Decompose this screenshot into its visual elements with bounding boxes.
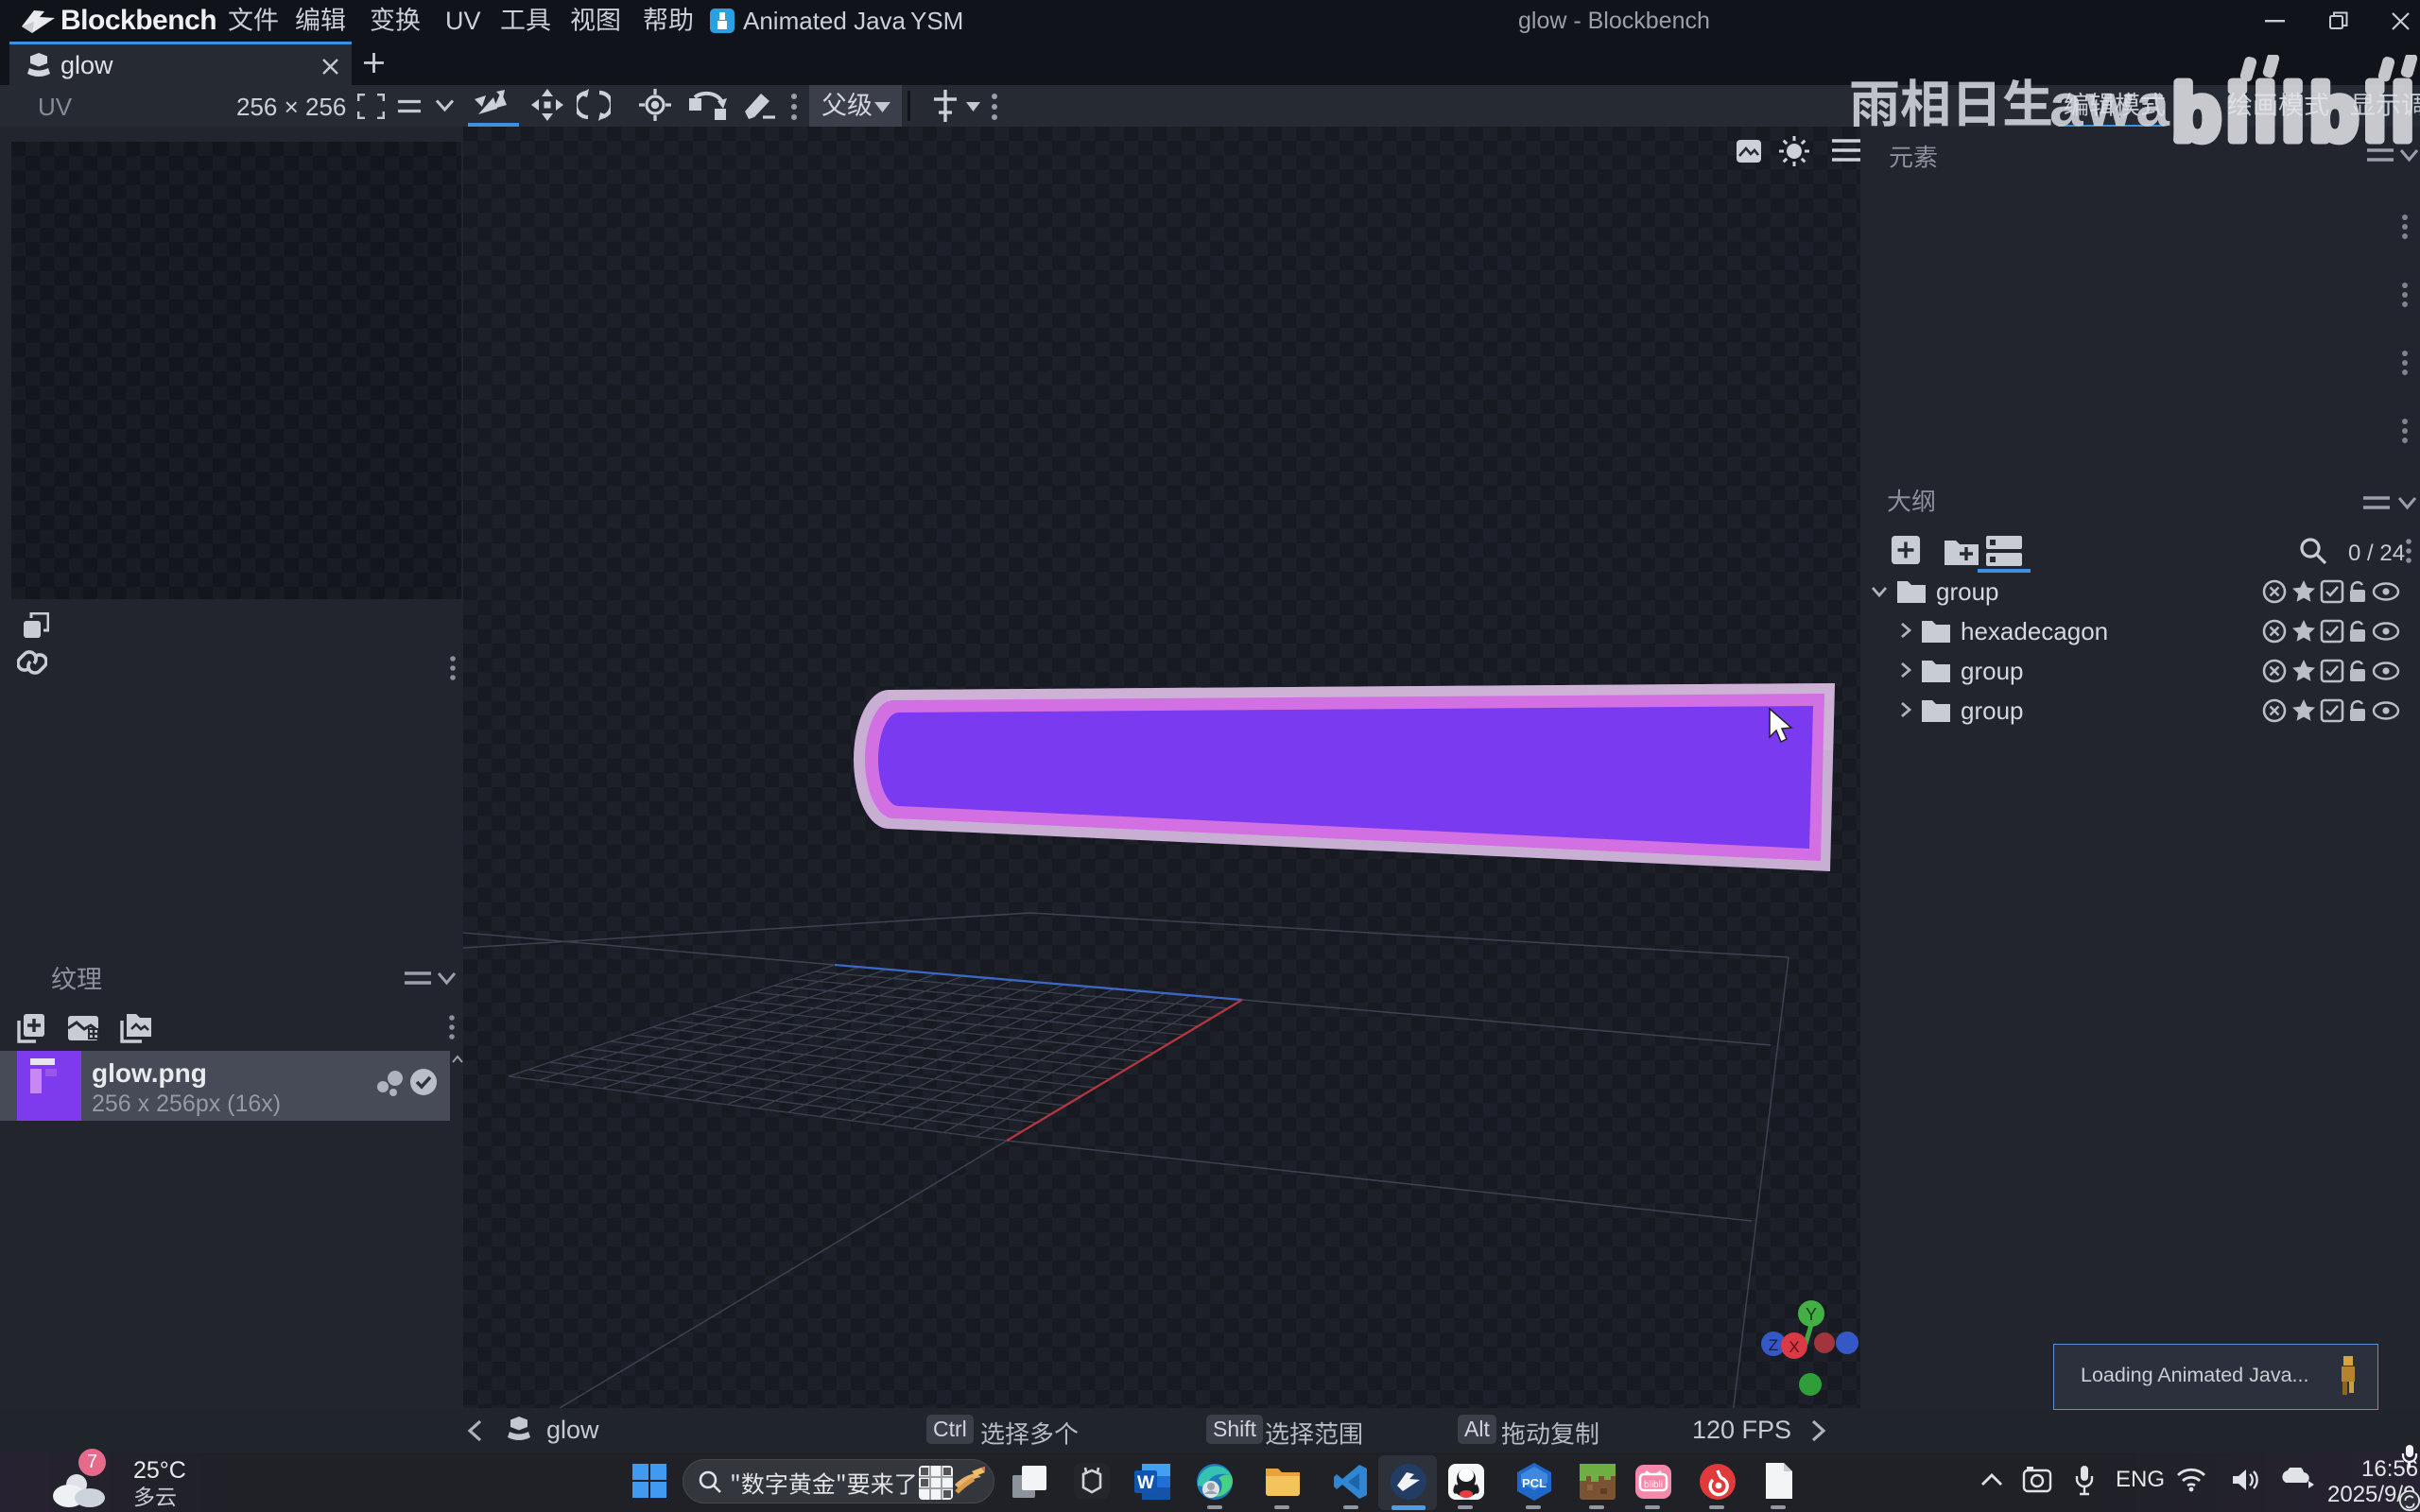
svg-text:blibli: blibli: [1644, 1480, 1663, 1490]
svg-text:Y: Y: [1806, 1305, 1817, 1324]
svg-text:W: W: [1137, 1473, 1154, 1493]
svg-text:X: X: [1789, 1338, 1799, 1356]
svg-text:PCL: PCL: [1522, 1476, 1547, 1490]
svg-text:Z: Z: [1769, 1336, 1778, 1354]
